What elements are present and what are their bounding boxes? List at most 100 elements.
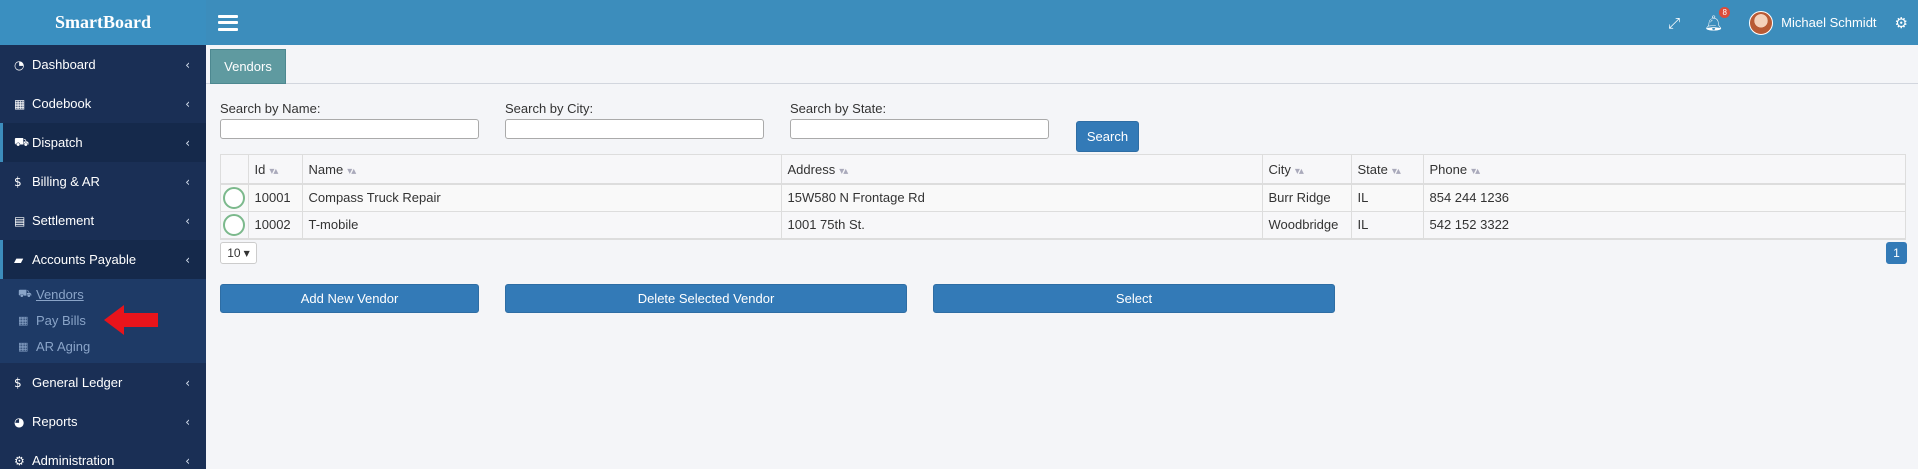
pie-chart-icon: ◕ [14,414,25,429]
truck-icon: ⛟ [14,134,30,149]
sidebar-item-label: Codebook [32,96,92,111]
chevron-left-icon: ‹ [185,96,190,111]
sort-icon: ▾▴ [839,165,848,177]
sidebar-item-accounts-payable[interactable]: ▰ Accounts Payable ‹ [0,240,206,279]
search-state-group: Search by State: [790,101,1049,139]
sidebar-item-dispatch[interactable]: ⛟ Dispatch ‹ [0,123,206,162]
user-menu[interactable]: Michael Schmidt [1749,10,1877,35]
sidebar-item-label: Accounts Payable [32,252,137,267]
sidebar-item-billing-ar[interactable]: $ Billing & AR ‹ [0,162,206,201]
column-header-name[interactable]: Name ▾▴ [302,155,782,185]
delete-vendor-button[interactable]: Delete Selected Vendor [505,284,907,313]
cell-city: Woodbridge [1262,211,1352,239]
sort-icon: ▾▴ [1391,165,1401,177]
sidebar-item-administration[interactable]: ⚙ Administration ‹ [0,441,206,469]
table-icon: ▦ [18,339,29,353]
sidebar-item-reports[interactable]: ◕ Reports ‹ [0,402,206,441]
add-vendor-button[interactable]: Add New Vendor [220,284,479,313]
tab-vendors[interactable]: Vendors [210,49,286,84]
vendors-table: Id ▾▴ Name ▾▴ Address ▾▴ City ▾▴ State ▾▴ Pho… [220,154,1906,240]
sidebar-item-general-ledger[interactable]: $ General Ledger ‹ [0,363,206,402]
hamburger-menu-icon[interactable] [218,14,238,31]
calculator-icon: ▤ [14,213,26,228]
cell-state: IL [1351,184,1424,212]
table-row[interactable]: 10002 T-mobile 1001 75th St. Woodbridge … [221,211,1905,239]
search-button[interactable]: Search [1076,121,1139,152]
table-row[interactable]: 10001 Compass Truck Repair 15W580 N Fron… [221,184,1905,212]
page-size-select[interactable]: 10 ▼ [220,242,257,264]
column-header-address[interactable]: Address ▾▴ [781,155,1263,185]
sort-icon: ▾▴ [347,165,356,177]
column-header-state[interactable]: State ▾▴ [1351,155,1424,185]
sidebar-item-label: Dashboard [32,57,96,72]
select-column-header [221,155,249,185]
chevron-left-icon: ‹ [185,174,190,189]
sidebar-subitem-vendors[interactable]: ⛟ Vendors [0,281,206,307]
top-navbar: ⤢ 🔔︎ 8 Michael Schmidt ⚙ [206,0,1918,45]
column-header-phone[interactable]: Phone ▾▴ [1423,155,1905,185]
settings-cogs-icon[interactable]: ⚙ [1895,14,1908,32]
notification-badge: 8 [1719,6,1731,18]
sidebar-item-codebook[interactable]: ▦ Codebook ‹ [0,84,206,123]
search-name-label: Search by Name: [220,101,321,116]
navbar-right: ⤢ 🔔︎ 8 Michael Schmidt ⚙ [1656,0,1918,45]
caret-down-icon: ▼ [243,248,250,258]
sidebar-item-label: Billing & AR [32,174,100,189]
chevron-left-icon: ‹ [185,57,190,72]
red-arrow-icon [104,305,158,335]
cell-phone: 854 244 1236 [1423,184,1905,212]
dollar-icon: $ [14,174,22,189]
truck-icon: ⛟ [18,286,32,300]
sort-icon: ▾▴ [269,165,278,177]
column-header-id[interactable]: Id ▾▴ [248,155,303,185]
chevron-left-icon: ‹ [185,375,190,390]
cell-state: IL [1351,211,1424,239]
column-header-city[interactable]: City ▾▴ [1262,155,1352,185]
sidebar-item-label: General Ledger [32,375,123,390]
search-state-input[interactable] [790,119,1049,139]
brand-logo[interactable]: SmartBoard [0,0,206,45]
select-button[interactable]: Select [933,284,1335,313]
sidebar-subitem-pay-bills[interactable]: ▦ Pay Bills [0,307,206,333]
cell-phone: 542 152 3322 [1423,211,1905,239]
sidebar-subitem-label: Vendors [36,286,84,302]
search-name-input[interactable] [220,119,479,139]
row-select-radio[interactable] [223,186,245,209]
grid-icon: ▦ [14,96,26,111]
avatar [1749,10,1774,35]
book-icon: ▰ [14,252,24,267]
search-city-input[interactable] [505,119,764,139]
cell-address: 15W580 N Frontage Rd [781,184,1263,212]
sidebar: ◔ Dashboard ‹ ▦ Codebook ‹ ⛟ Dispatch ‹ … [0,45,206,469]
sidebar-item-dashboard[interactable]: ◔ Dashboard ‹ [0,45,206,84]
search-name-group: Search by Name: [220,101,479,139]
chevron-left-icon: ‹ [185,453,190,468]
user-name: Michael Schmidt [1781,15,1877,30]
cell-name: Compass Truck Repair [302,184,782,212]
row-select-radio[interactable] [223,213,245,236]
sidebar-subitem-label: Pay Bills [36,312,86,328]
dollar-icon: $ [14,375,22,390]
accounts-payable-submenu: ⛟ Vendors ▦ Pay Bills ▦ AR Aging [0,279,206,363]
chevron-left-icon: ‹ [185,135,190,150]
chevron-left-icon: ‹ [185,414,190,429]
cogs-icon: ⚙ [14,453,25,468]
search-state-label: Search by State: [790,101,887,116]
chevron-down-icon: ‹ [185,252,190,267]
sidebar-item-settlement[interactable]: ▤ Settlement ‹ [0,201,206,240]
sidebar-item-label: Reports [32,414,78,429]
cell-id: 10001 [248,184,303,212]
table-icon: ▦ [18,313,29,327]
cell-city: Burr Ridge [1262,184,1352,212]
page-button-current[interactable]: 1 [1886,242,1907,264]
sidebar-item-label: Dispatch [32,135,83,150]
tab-strip: Vendors [206,45,1918,84]
chevron-left-icon: ‹ [185,213,190,228]
dashboard-icon: ◔ [14,57,25,72]
sort-icon: ▾▴ [1294,165,1304,177]
bell-icon[interactable]: 🔔︎ 8 [1704,6,1731,32]
search-city-label: Search by City: [505,101,594,116]
cell-id: 10002 [248,211,303,239]
sidebar-subitem-ar-aging[interactable]: ▦ AR Aging [0,333,206,359]
expand-icon[interactable]: ⤢ [1668,14,1680,32]
